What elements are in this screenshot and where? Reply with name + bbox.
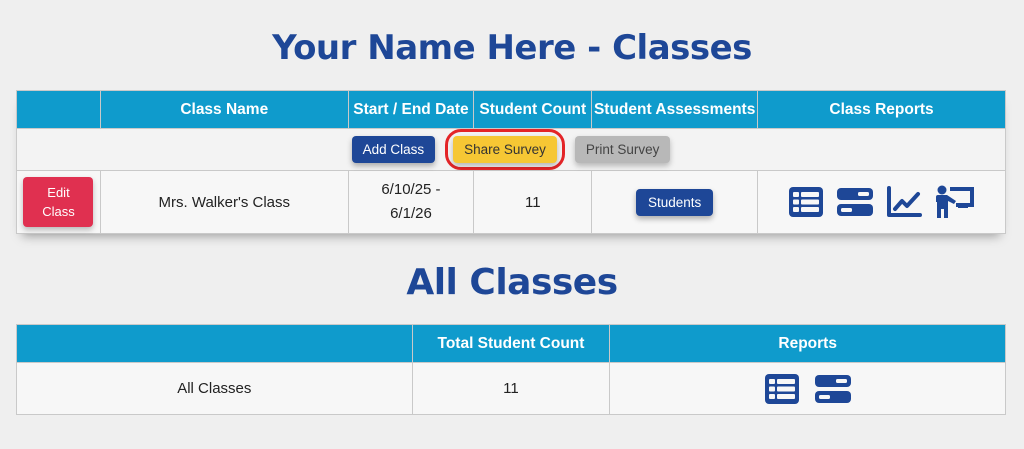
share-survey-highlight: Share Survey: [445, 129, 565, 170]
table-list-icon[interactable]: [788, 186, 824, 218]
column-header-blank: [16, 324, 413, 363]
column-header-blank: [16, 90, 101, 129]
total-student-count-cell: 11: [411, 362, 611, 415]
table-row: Edit Class Mrs. Walker's Class 6/10/25 -…: [16, 170, 1006, 234]
reports-cell: [609, 362, 1006, 415]
actions-cell: Add Class Share Survey Print Survey: [16, 128, 1006, 171]
class-name-cell: Mrs. Walker's Class: [99, 170, 349, 234]
bars-icon[interactable]: [836, 187, 874, 217]
column-header-assessments: Student Assessments: [591, 90, 759, 129]
dates-cell: 6/10/25 - 6/1/26: [347, 170, 475, 234]
start-date: 6/10/25 -: [381, 181, 441, 198]
share-survey-button[interactable]: Share Survey: [453, 136, 557, 163]
table-row: All Classes 11: [16, 362, 1006, 415]
column-header-student-count: Student Count: [473, 90, 593, 129]
students-button[interactable]: Students: [636, 188, 714, 216]
column-header-dates: Start / End Date: [347, 90, 475, 129]
all-classes-table: Total Student Count Reports All Classes …: [16, 324, 1006, 415]
column-header-class-reports: Class Reports: [757, 90, 1006, 129]
table-header-row: Total Student Count Reports: [16, 324, 1006, 363]
column-header-total-student-count: Total Student Count: [411, 324, 611, 363]
bars-icon[interactable]: [814, 374, 852, 404]
edit-cell: Edit Class: [16, 170, 101, 234]
print-survey-button[interactable]: Print Survey: [574, 136, 671, 163]
line-chart-icon[interactable]: [886, 186, 922, 218]
add-class-button[interactable]: Add Class: [351, 136, 436, 163]
edit-class-button[interactable]: Edit Class: [23, 177, 94, 227]
column-header-reports: Reports: [609, 324, 1006, 363]
page-title: Your Name Here - Classes: [272, 28, 752, 68]
classes-table: Class Name Start / End Date Student Coun…: [16, 90, 1006, 234]
actions-row: Add Class Share Survey Print Survey: [16, 128, 1006, 171]
student-count-cell: 11: [473, 170, 593, 234]
end-date: 6/1/26: [390, 205, 432, 222]
class-reports-cell: [757, 170, 1006, 234]
table-header-row: Class Name Start / End Date Student Coun…: [16, 90, 1006, 129]
table-list-icon[interactable]: [764, 373, 800, 405]
assessments-cell: Students: [591, 170, 759, 234]
all-classes-label-cell: All Classes: [16, 362, 413, 415]
teacher-board-icon[interactable]: [934, 185, 976, 219]
all-classes-title: All Classes: [406, 262, 618, 303]
column-header-class-name: Class Name: [99, 90, 349, 129]
